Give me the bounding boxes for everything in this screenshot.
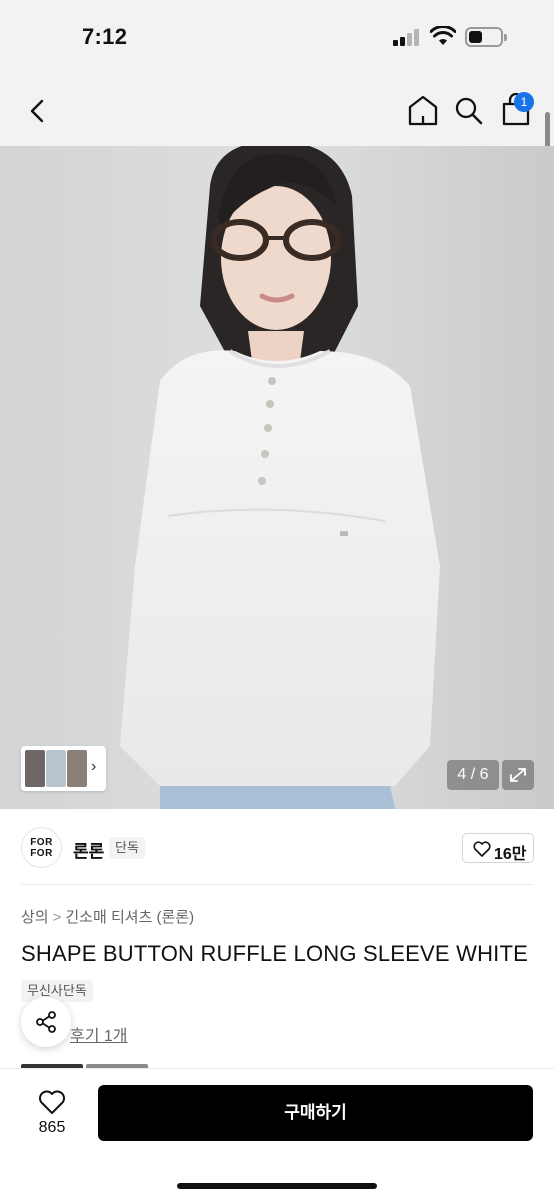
home-icon[interactable] (406, 92, 440, 128)
brand-like-count: 16만 (494, 846, 527, 863)
cart-count-badge: 1 (514, 92, 534, 112)
back-icon[interactable] (24, 94, 52, 128)
wishlist-count: 865 (38, 1119, 66, 1136)
expand-icon[interactable] (502, 760, 534, 790)
chevron-right-icon[interactable]: › (91, 758, 96, 776)
home-indicator (177, 1183, 377, 1189)
review-link[interactable]: 후기 1개 (70, 1022, 128, 1046)
gallery-thumbnail-strip[interactable]: › (21, 746, 106, 791)
search-icon[interactable] (453, 92, 485, 128)
brand-like-button[interactable]: 16만 (462, 833, 534, 863)
buy-button[interactable]: 구매하기 (98, 1085, 533, 1141)
breadcrumb-item[interactable]: 상의 (21, 909, 49, 926)
top-nav-bar (0, 76, 554, 146)
heart-icon (39, 1090, 65, 1114)
wishlist-button[interactable]: 865 (24, 1083, 80, 1143)
product-photo (0, 146, 554, 809)
share-button[interactable] (21, 997, 71, 1047)
wifi-icon (430, 26, 456, 45)
breadcrumb-separator: > (52, 909, 62, 926)
product-title: SHAPE BUTTON RUFFLE LONG SLEEVE WHITE (21, 941, 528, 966)
signal-icon (393, 28, 423, 46)
brand-exclusive-badge: 단독 (109, 837, 145, 859)
divider (21, 884, 533, 885)
status-time: 7:12 (82, 24, 128, 49)
breadcrumb: 상의 > 긴소매 티셔츠 (론론) (21, 906, 194, 927)
thumbnail-image[interactable] (46, 750, 66, 787)
battery-icon (465, 27, 507, 47)
brand-logo[interactable]: FOR FOR (21, 827, 62, 868)
image-counter: 4 / 6 (447, 760, 499, 790)
status-bar: 7:12 (0, 0, 554, 76)
brand-name[interactable]: 론론 (73, 837, 104, 862)
share-icon (36, 1011, 56, 1033)
product-image[interactable] (0, 146, 554, 809)
heart-icon (473, 841, 491, 857)
brand-row: FOR FOR 론론 단독 16만 (0, 809, 554, 884)
breadcrumb-item[interactable]: 긴소매 티셔츠 (론론) (65, 909, 194, 926)
thumbnail-image[interactable] (67, 750, 87, 787)
thumbnail-image[interactable] (25, 750, 45, 787)
bottom-action-bar: 865 구매하기 (0, 1068, 554, 1200)
